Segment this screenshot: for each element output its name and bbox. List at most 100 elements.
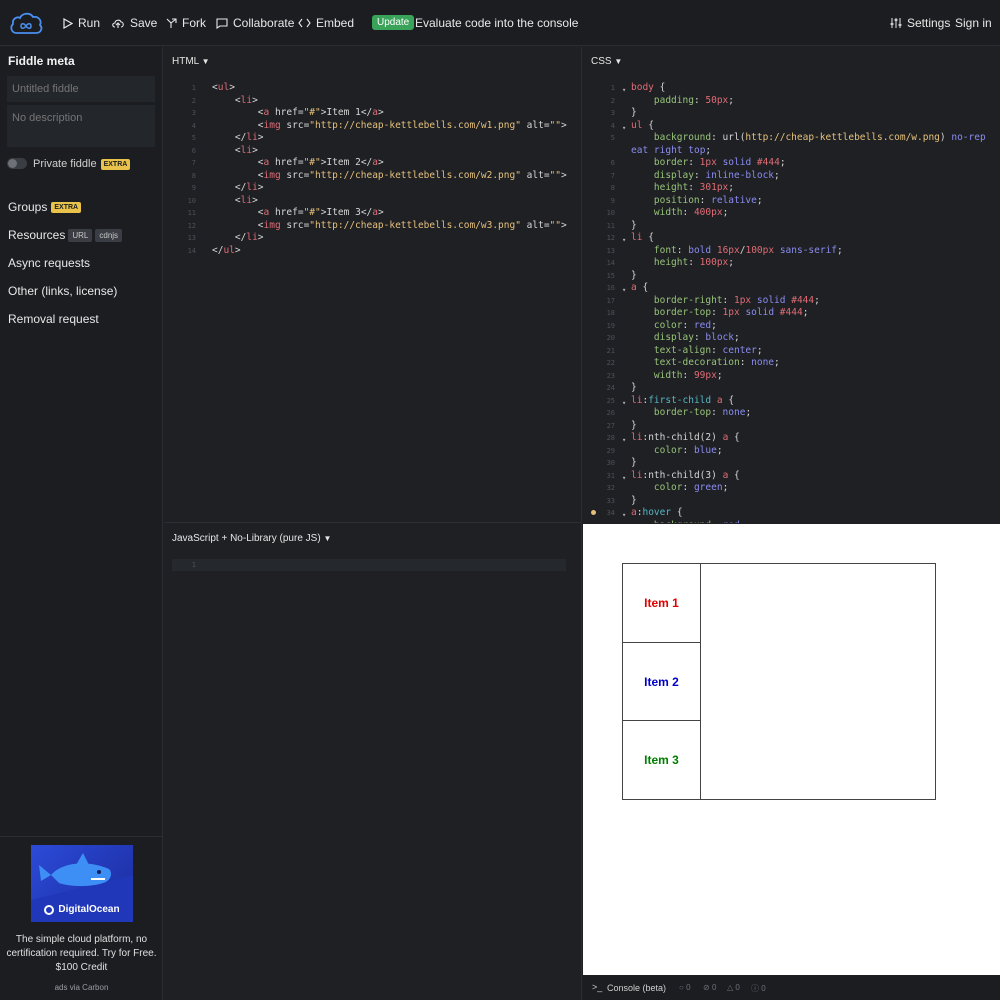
sidebar: Fiddle meta Private fiddleEXTRA GroupsEX… — [0, 47, 163, 1000]
fiddle-name-input[interactable] — [7, 76, 155, 102]
line-number: 3 — [191, 109, 196, 117]
code-line: <img src="http://cheap-kettlebells.com/w… — [257, 119, 567, 131]
other-links-link[interactable]: Other (links, license) — [8, 284, 117, 298]
settings-label: Settings — [907, 16, 951, 30]
fold-arrow-icon[interactable]: ▾ — [622, 122, 626, 135]
code-line: eat right top; — [631, 144, 712, 156]
play-icon — [63, 17, 73, 29]
css-panel: CSS ▼ 1 ▾ body {2 padding: 50px; 3} 4 ▾ ul {5 … — [583, 47, 1000, 523]
sliders-icon — [890, 18, 902, 28]
code-line: } — [631, 494, 637, 506]
collaborate-label: Collaborate — [233, 16, 295, 30]
line-number: 2 — [191, 96, 196, 105]
private-toggle[interactable] — [7, 158, 27, 169]
fold-arrow-icon[interactable]: ▾ — [622, 509, 626, 522]
line-number: 3 — [610, 109, 615, 117]
line-number: 1 — [191, 84, 196, 92]
result-item-label: Item 3 — [644, 753, 679, 767]
fold-arrow-icon[interactable]: ▾ — [622, 284, 626, 297]
async-requests-link[interactable]: Async requests — [8, 256, 90, 270]
ad-image[interactable]: DigitalOcean — [31, 845, 133, 922]
js-panel-label: JavaScript + No-Library (pure JS) — [172, 533, 321, 544]
result-item-label: Item 2 — [644, 674, 679, 689]
result-item-label: Item 1 — [644, 596, 679, 610]
resources-tag-cdnjs: cdnjs — [95, 229, 123, 243]
fold-arrow-icon[interactable]: ▾ — [622, 397, 626, 410]
line-number: 7 — [191, 159, 196, 167]
warning-dot-icon[interactable] — [591, 510, 596, 515]
line-number: 8 — [610, 184, 615, 192]
update-badge[interactable]: Update — [372, 15, 415, 30]
line-number: 5 — [610, 134, 615, 142]
line-number: 7 — [610, 171, 615, 180]
private-text: Private fiddle — [33, 158, 97, 170]
js-code-editor[interactable]: 1 — [164, 559, 574, 573]
fold-arrow-icon[interactable]: ▾ — [622, 84, 626, 97]
code-line: text-align: center; — [653, 344, 763, 356]
ad-divider — [0, 836, 163, 837]
chat-bubble-icon — [216, 17, 228, 29]
removal-request-link[interactable]: Removal request — [8, 312, 99, 326]
line-number: 13 — [187, 234, 196, 242]
result-item-2[interactable]: Item 2 — [623, 642, 701, 720]
update-description: Evaluate code into the console — [415, 16, 579, 30]
line-number: 2 — [610, 96, 615, 105]
line-number: 6 — [191, 146, 196, 155]
code-line: position: relative; — [653, 194, 763, 206]
line-number: 1 — [610, 84, 615, 92]
line-number: 27 — [606, 421, 615, 430]
line-number: 17 — [606, 296, 615, 305]
html-panel-header[interactable]: HTML ▼ — [172, 56, 210, 67]
line-number: 15 — [606, 271, 615, 280]
result-item-1[interactable]: Item 1 — [623, 564, 701, 642]
log-count: 0 — [686, 983, 691, 992]
line-number: 12 — [187, 221, 196, 230]
code-line: } — [631, 269, 637, 281]
line-number: 13 — [606, 246, 615, 255]
line-number: 9 — [610, 196, 615, 205]
code-line: a:hover { — [631, 507, 683, 518]
line-number: 4 — [191, 121, 196, 130]
warning-count: 0 — [735, 983, 740, 992]
chevron-down-icon: ▼ — [323, 534, 332, 543]
ads-via-carbon[interactable]: ads via Carbon — [0, 983, 163, 992]
ad-description[interactable]: The simple cloud platform, no certificat… — [6, 933, 157, 975]
ad-logo: DigitalOcean — [31, 897, 133, 922]
code-line: display: inline-block; — [653, 169, 780, 181]
console-bar[interactable]: >_ Console (beta) ○ 0 ⊘ 0 △ 0 ⓘ 0 — [583, 975, 1000, 1000]
fiddle-description-input[interactable] — [7, 105, 155, 147]
fork-icon — [166, 17, 177, 28]
line-number: 34 — [606, 509, 615, 517]
jsfiddle-logo[interactable] — [8, 9, 44, 37]
collaborate-button[interactable]: Collaborate — [216, 0, 294, 46]
code-line: } — [631, 219, 637, 231]
code-line: display: block; — [653, 332, 740, 343]
result-item-3[interactable]: Item 3 — [623, 720, 701, 799]
code-brackets-icon — [298, 18, 311, 28]
css-code-editor[interactable]: 1 ▾ body {2 padding: 50px; 3} 4 ▾ ul {5 backgr… — [583, 82, 1000, 523]
line-number: 16 — [606, 284, 615, 292]
sign-in-label: Sign in — [955, 16, 992, 30]
run-button[interactable]: Run — [63, 0, 100, 46]
save-button[interactable]: Save — [111, 0, 157, 46]
line-number: 29 — [606, 446, 615, 455]
line-number: 6 — [610, 159, 615, 167]
fold-arrow-icon[interactable]: ▾ — [622, 434, 626, 447]
fold-arrow-icon[interactable]: ▾ — [622, 234, 626, 247]
sign-in-link[interactable]: Sign in — [955, 0, 992, 46]
fold-arrow-icon[interactable]: ▾ — [622, 472, 626, 485]
code-line: height: 301px; — [653, 182, 735, 193]
embed-button[interactable]: Embed — [298, 0, 354, 46]
fork-button[interactable]: Fork — [166, 0, 206, 46]
active-line-highlight — [172, 559, 566, 571]
code-line: width: 99px; — [653, 369, 723, 381]
css-panel-header[interactable]: CSS ▼ — [591, 56, 622, 67]
resources-link[interactable]: Resources URL cdnjs — [8, 228, 123, 243]
result-preview[interactable]: Item 1 Item 2 Item 3 — [583, 524, 1000, 975]
line-number: 12 — [606, 234, 615, 242]
groups-link[interactable]: Groups EXTRA — [8, 200, 82, 214]
js-panel-header[interactable]: JavaScript + No-Library (pure JS) ▼ — [172, 533, 331, 544]
line-number: 32 — [606, 484, 615, 492]
html-code-editor[interactable]: 1 <ul> 2 <li> 3 <a href="#">Item 1</a> 4 <im… — [164, 82, 574, 512]
settings-button[interactable]: Settings — [890, 0, 950, 46]
